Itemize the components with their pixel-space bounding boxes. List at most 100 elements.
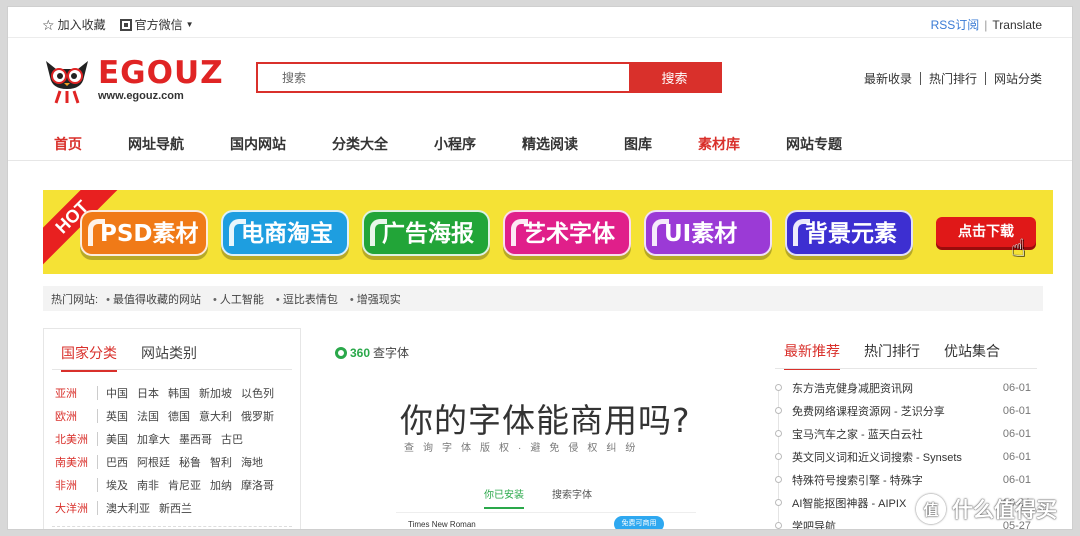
free-commercial-badge[interactable]: 免费可商用: [614, 516, 664, 529]
hot-site-link[interactable]: 逗比表情包: [276, 291, 338, 307]
banner-pill-art-font[interactable]: 艺术字体: [503, 210, 631, 256]
translate-link[interactable]: Translate: [992, 18, 1042, 32]
country-link[interactable]: 秘鲁: [179, 454, 201, 470]
font-promo[interactable]: 360 查字体 你的字体能商用吗? 查询字体版权·避免侵权纠纷 你已安装 搜索字体…: [320, 328, 760, 529]
country-link[interactable]: 俄罗斯: [241, 408, 274, 424]
tab-countries[interactable]: 国家分类: [61, 343, 117, 372]
hot-site-link[interactable]: 增强现实: [350, 291, 401, 307]
hot-site-link[interactable]: 最值得收藏的网站: [106, 291, 201, 307]
search-input[interactable]: [258, 64, 629, 91]
site-logo[interactable]: EGOUZ www.egouz.com: [42, 51, 223, 111]
country-link[interactable]: 日本: [137, 385, 159, 401]
item-title[interactable]: 学吧导航: [792, 518, 836, 530]
region-name[interactable]: 大洋洲: [55, 500, 97, 516]
country-link[interactable]: 新加坡: [199, 385, 232, 401]
nav-item-gallery[interactable]: 图库: [624, 134, 652, 154]
country-link[interactable]: 墨西哥: [179, 431, 212, 447]
rss-link[interactable]: RSS订阅: [931, 16, 980, 33]
tab-search-font[interactable]: 搜索字体: [552, 486, 592, 509]
nav-item-reading[interactable]: 精选阅读: [522, 134, 578, 154]
tab-ranking[interactable]: 热门排行: [864, 341, 920, 370]
region-name[interactable]: 欧洲: [55, 408, 97, 424]
country-link[interactable]: 肯尼亚: [168, 477, 201, 493]
country-link[interactable]: 摩洛哥: [241, 477, 274, 493]
item-title[interactable]: 特殊符号搜索引擎 - 特殊字: [792, 472, 923, 488]
country-link[interactable]: 意大利: [199, 408, 232, 424]
country-link[interactable]: 美国: [106, 431, 128, 447]
brand-logo-icon: [335, 346, 347, 359]
owl-mascot-icon: [46, 61, 88, 104]
list-item[interactable]: 东方浩克健身减肥资讯网 06-01: [775, 376, 1037, 399]
region-row: 非洲 埃及 南非 肯尼亚 加纳 摩洛哥: [55, 473, 283, 496]
logo-url: www.egouz.com: [98, 90, 184, 102]
region-name[interactable]: 亚洲: [55, 385, 97, 401]
list-item[interactable]: 特殊符号搜索引擎 - 特殊字 06-01: [775, 468, 1037, 491]
nav-item-topics[interactable]: 网站专题: [786, 134, 842, 154]
hot-sites-bar: 热门网站: 最值得收藏的网站 人工智能 逗比表情包 增强现实: [43, 286, 1043, 311]
country-link[interactable]: 加纳: [210, 477, 232, 493]
region-name[interactable]: 南美洲: [55, 454, 97, 470]
country-link[interactable]: 加拿大: [137, 431, 170, 447]
banner-pill-background[interactable]: 背景元素: [785, 210, 913, 256]
list-item[interactable]: 英文同义词和近义词搜索 - Synsets 06-01: [775, 445, 1037, 468]
region-row: 亚洲 中国 日本 韩国 新加坡 以色列: [55, 381, 283, 404]
nav-item-assets[interactable]: 素材库: [698, 134, 740, 154]
top-bar: ☆ 加入收藏 官方微信 ▼ RSS订阅 | Translate: [8, 7, 1072, 38]
divider: [97, 431, 98, 446]
item-title[interactable]: 宝马汽车之家 - 蓝天白云社: [792, 426, 923, 442]
nav-item-domestic[interactable]: 国内网站: [230, 134, 286, 154]
timeline-dot-icon: [775, 499, 782, 506]
country-link[interactable]: 中国: [106, 385, 128, 401]
country-link[interactable]: 南非: [137, 477, 159, 493]
country-link[interactable]: 埃及: [106, 477, 128, 493]
country-link[interactable]: 法国: [137, 408, 159, 424]
header-link-latest[interactable]: 最新收录: [864, 70, 912, 87]
hot-sites-label: 热门网站:: [51, 293, 99, 306]
tab-latest[interactable]: 最新推荐: [784, 341, 840, 370]
nav-item-home[interactable]: 首页: [54, 134, 82, 154]
item-title[interactable]: 免费网络课程资源网 - 芝识分享: [792, 403, 945, 419]
promo-headline: 你的字体能商用吗?: [400, 401, 691, 440]
header-link-ranking[interactable]: 热门排行: [929, 70, 977, 87]
banner-pill-poster[interactable]: 广告海报: [362, 210, 490, 256]
region-name[interactable]: 非洲: [55, 477, 97, 493]
divider: [52, 369, 292, 370]
country-link[interactable]: 巴西: [106, 454, 128, 470]
hot-site-link[interactable]: 人工智能: [213, 291, 264, 307]
country-link[interactable]: 智利: [210, 454, 232, 470]
header-link-categories[interactable]: 网站分类: [994, 70, 1042, 87]
promo-banner[interactable]: HOT PSD素材 电商淘宝 广告海报 艺术字体 UI素材 背景元素 点击下载 …: [43, 190, 1053, 274]
tab-installed[interactable]: 你已安装: [484, 486, 524, 509]
item-title[interactable]: 英文同义词和近义词搜索 - Synsets: [792, 449, 962, 465]
watermark-text: 什么值得买: [952, 498, 1057, 522]
banner-pill-ecommerce[interactable]: 电商淘宝: [221, 210, 349, 256]
country-link[interactable]: 海地: [241, 454, 263, 470]
region-name[interactable]: 北美洲: [55, 431, 97, 447]
search-button[interactable]: 搜索: [629, 64, 720, 91]
hand-pointer-icon: ☝: [1011, 235, 1026, 262]
tab-site-types[interactable]: 网站类别: [141, 343, 197, 372]
nav-item-directory[interactable]: 网址导航: [128, 134, 184, 154]
country-link[interactable]: 以色列: [241, 385, 274, 401]
country-link[interactable]: 阿根廷: [137, 454, 170, 470]
bookmark-link[interactable]: ☆ 加入收藏: [42, 16, 106, 33]
nav-item-categories[interactable]: 分类大全: [332, 134, 388, 154]
font-name: Times New Roman: [408, 520, 476, 529]
font-row: Times New Roman 免费可商用: [396, 512, 696, 529]
banner-pill-ui[interactable]: UI素材: [644, 210, 772, 256]
country-link[interactable]: 新西兰: [159, 500, 192, 516]
item-title[interactable]: AI智能抠图神器 - AIPIX: [792, 495, 906, 511]
country-link[interactable]: 英国: [106, 408, 128, 424]
country-link[interactable]: 澳大利亚: [106, 500, 150, 516]
country-link[interactable]: 古巴: [221, 431, 243, 447]
country-link[interactable]: 德国: [168, 408, 190, 424]
wechat-menu[interactable]: 官方微信 ▼: [119, 16, 194, 33]
banner-pill-psd[interactable]: PSD素材: [80, 210, 208, 256]
divider: [919, 72, 921, 85]
nav-item-miniapps[interactable]: 小程序: [434, 134, 476, 154]
list-item[interactable]: 宝马汽车之家 - 蓝天白云社 06-01: [775, 422, 1037, 445]
tab-collections[interactable]: 优站集合: [944, 341, 1000, 370]
item-title[interactable]: 东方浩克健身减肥资讯网: [792, 380, 913, 396]
country-link[interactable]: 韩国: [168, 385, 190, 401]
list-item[interactable]: 免费网络课程资源网 - 芝识分享 06-01: [775, 399, 1037, 422]
